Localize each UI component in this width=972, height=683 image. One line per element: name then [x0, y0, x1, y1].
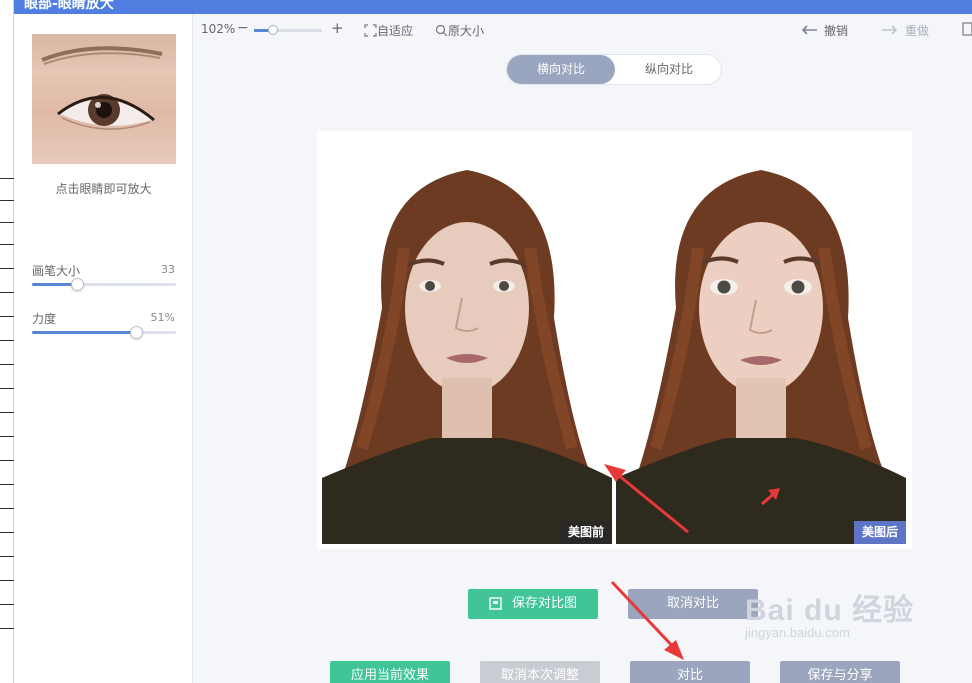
cancel-adjustment-button[interactable]: 取消本次调整	[480, 661, 600, 683]
zoom-out-button[interactable]: −	[237, 20, 249, 36]
strength-slider-fill	[32, 331, 136, 334]
undo-arrow-icon	[801, 25, 817, 35]
watermark-brand: Bai du 经验	[745, 594, 915, 627]
watermark-url: jingyan.baidu.com	[745, 625, 850, 640]
undo-label: 撤销	[824, 24, 849, 38]
zoom-in-button[interactable]: +	[331, 19, 344, 37]
original-size-label: 原大小	[448, 24, 485, 38]
save-share-button[interactable]: 保存与分享	[780, 661, 900, 683]
redo-label: 重做	[905, 24, 930, 38]
cancel-compare-button[interactable]: 取消对比	[628, 589, 758, 619]
fit-button[interactable]: 自适应	[364, 22, 413, 39]
redo-button[interactable]: 重做	[881, 22, 929, 39]
strength-slider[interactable]	[32, 326, 176, 339]
before-label: 美图前	[559, 521, 612, 544]
strength-label: 力度	[32, 312, 57, 326]
eye-hint-text: 点击眼睛即可放大	[55, 182, 152, 196]
save-compare-label: 保存对比图	[511, 596, 577, 611]
redo-arrow-icon	[882, 25, 898, 35]
undo-button[interactable]: 撤销	[800, 22, 848, 39]
strength-value: 51%	[150, 311, 175, 324]
toolbar: 102% − + 自适应 原大小 撤销 重做	[194, 14, 972, 46]
original-size-button[interactable]: 原大小	[435, 22, 484, 39]
after-label: 美图后	[853, 521, 906, 544]
brush-size-value: 33	[161, 263, 175, 276]
before-photo: 美图前	[322, 148, 612, 544]
more-icon[interactable]	[962, 22, 972, 39]
save-compare-button[interactable]: 保存对比图	[468, 589, 598, 619]
brush-size-slider-fill	[32, 283, 77, 286]
compare-canvas: 美图前 美图后	[317, 131, 912, 549]
apply-effect-button[interactable]: 应用当前效果	[330, 661, 450, 683]
magnifier-icon	[435, 24, 448, 37]
fit-icon	[364, 24, 377, 37]
title-bar: 眼部-眼睛放大	[14, 0, 972, 14]
watermark: Bai du 经验 jingyan.baidu.com	[745, 575, 925, 640]
left-panel: 点击眼睛即可放大 画笔大小 33 力度 51%	[14, 14, 193, 683]
fit-label: 自适应	[377, 24, 414, 38]
zoom-level: 102%	[201, 22, 236, 36]
brush-size-slider[interactable]	[32, 278, 176, 291]
tab-vertical-compare[interactable]: 纵向对比	[615, 55, 723, 84]
background-window-strip	[0, 0, 14, 683]
save-image-icon	[489, 597, 502, 610]
tab-horizontal-compare[interactable]: 横向对比	[507, 55, 615, 84]
brush-size-slider-thumb[interactable]	[70, 278, 84, 291]
compare-button[interactable]: 对比	[630, 661, 750, 683]
compare-mode-toggle: 横向对比 纵向对比	[506, 54, 722, 85]
brush-size-label: 画笔大小	[32, 264, 81, 278]
window-title: 眼部-眼睛放大	[24, 0, 114, 12]
after-photo: 美图后	[616, 148, 906, 544]
strength-slider-thumb[interactable]	[129, 326, 143, 339]
eye-thumbnail[interactable]	[32, 34, 176, 164]
zoom-slider-thumb[interactable]	[268, 25, 278, 35]
zoom-slider[interactable]	[254, 25, 322, 35]
